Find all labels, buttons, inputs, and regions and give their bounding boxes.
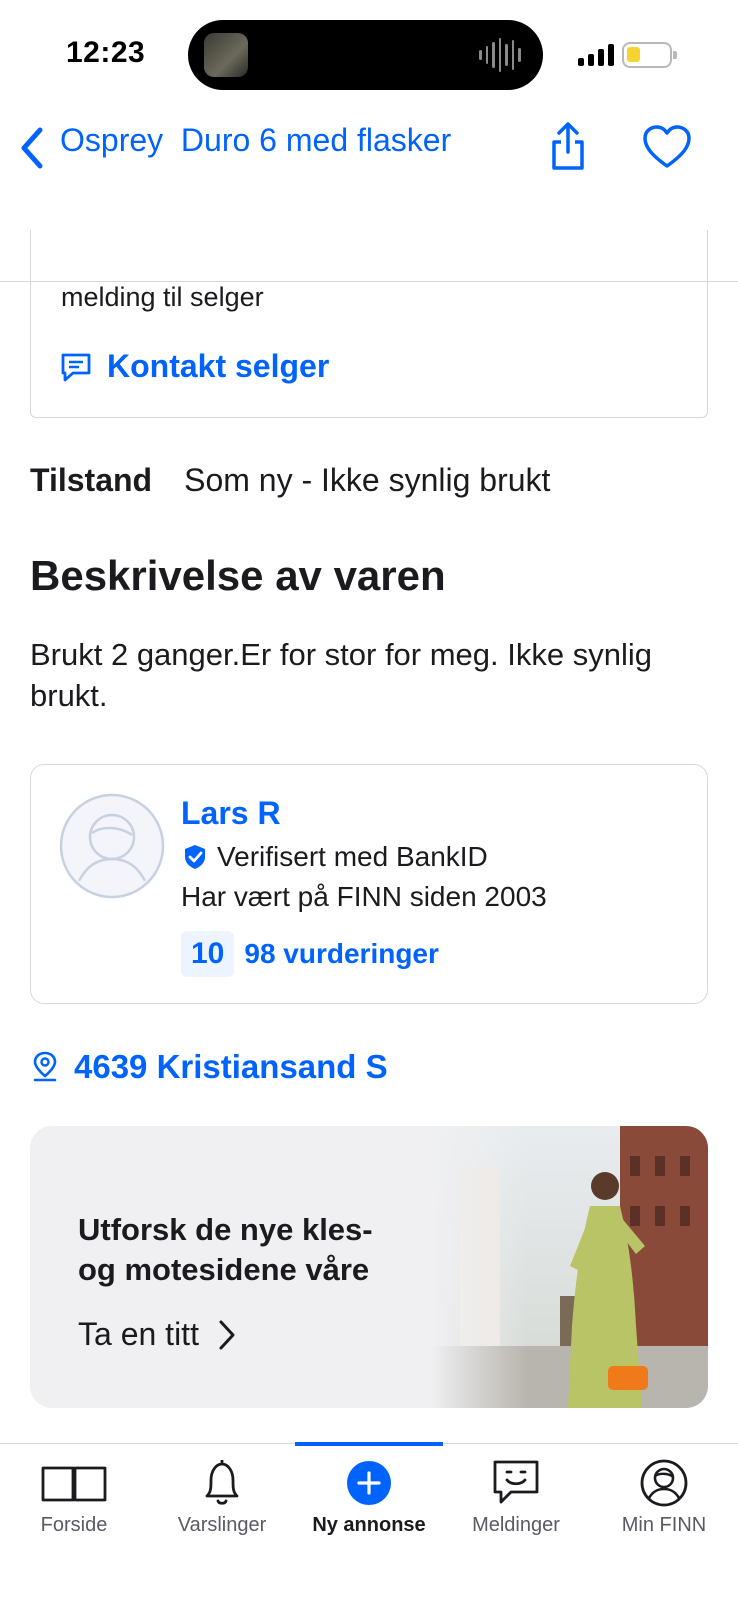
tab-forside-label: Forside [40, 1514, 108, 1536]
chevron-left-icon[interactable] [14, 122, 48, 174]
rating-score: 10 [181, 931, 235, 977]
seller-card[interactable]: Lars R Verifisert med BankID Har vært på… [30, 764, 708, 1004]
promo-cta-label: Ta en titt [78, 1316, 199, 1352]
tab-meldinger[interactable]: Meldinger [442, 1444, 590, 1544]
tab-varslinger[interactable]: Varslinger [148, 1444, 296, 1544]
location-link[interactable]: 4639 Kristiansand S [30, 1048, 388, 1086]
tab-min-finn-label: Min FINN [621, 1514, 707, 1536]
seller-rating[interactable]: 10 98 vurderinger [181, 931, 439, 977]
tab-forside[interactable]: Forside [0, 1444, 148, 1544]
book-icon [41, 1466, 107, 1502]
status-bar: 12:23 [0, 0, 738, 110]
description-body: Brukt 2 ganger.Er for stor for meg. Ikke… [30, 637, 652, 713]
cellular-signal-icon [578, 44, 614, 66]
audio-waveform-icon [479, 38, 522, 72]
heart-icon[interactable] [642, 124, 692, 170]
tab-ny-annonse[interactable]: Ny annonse [295, 1442, 443, 1544]
avatar [59, 793, 165, 899]
tab-varslinger-label: Varslinger [177, 1514, 267, 1536]
verified-text: Verifisert med BankID [217, 841, 488, 872]
condition-value: Som ny - Ikke synlig brukt [184, 462, 551, 498]
location-text: 4639 Kristiansand S [74, 1048, 388, 1085]
chat-smile-icon [493, 1460, 539, 1504]
seller-name[interactable]: Lars R [181, 795, 281, 832]
verified-badge-icon [185, 845, 205, 869]
promo-heading: Utforsk de nye kles- og motesidene våre [78, 1210, 373, 1290]
promo-cta[interactable]: Ta en titt [78, 1316, 237, 1353]
now-playing-artwork [204, 33, 248, 77]
verified-row: Verifisert med BankID [181, 841, 488, 873]
plus-circle-icon [347, 1461, 391, 1505]
promo-heading-line1: Utforsk de nye kles- [78, 1212, 373, 1247]
status-time: 12:23 [66, 36, 146, 69]
battery-icon [622, 42, 677, 68]
contact-seller-button[interactable]: Kontakt selger [59, 348, 329, 385]
condition-row: Tilstand Som ny - Ikke synlig brukt [30, 462, 550, 499]
promo-banner[interactable]: Utforsk de nye kles- og motesidene våre … [30, 1126, 708, 1408]
fashion-model-photo [430, 1126, 708, 1408]
chat-icon [61, 353, 91, 381]
map-pin-icon [33, 1051, 57, 1082]
profile-icon [640, 1459, 688, 1507]
condition-label: Tilstand [30, 462, 153, 498]
listing-title[interactable]: Osprey Duro 6 med flasker [60, 122, 451, 159]
promo-heading-line2: og motesidene våre [78, 1252, 370, 1287]
chevron-right-icon [219, 1320, 235, 1349]
dynamic-island[interactable] [188, 20, 543, 90]
review-count[interactable]: 98 vurderinger [244, 938, 439, 970]
contact-seller-label: Kontakt selger [107, 348, 330, 384]
tab-min-finn[interactable]: Min FINN [590, 1444, 738, 1544]
tab-ny-annonse-label: Ny annonse [312, 1514, 426, 1536]
tab-bar: Forside Varslinger Ny annonse Meldinger [0, 1442, 738, 1600]
contact-hint: melding til selger [61, 282, 264, 312]
contact-seller-card: melding til selger Kontakt selger [30, 230, 708, 418]
member-since: Har vært på FINN siden 2003 [181, 881, 547, 912]
tab-meldinger-label: Meldinger [472, 1514, 560, 1536]
bell-icon [205, 1460, 239, 1505]
share-icon[interactable] [548, 118, 588, 174]
description-heading: Beskrivelse av varen [30, 552, 446, 599]
